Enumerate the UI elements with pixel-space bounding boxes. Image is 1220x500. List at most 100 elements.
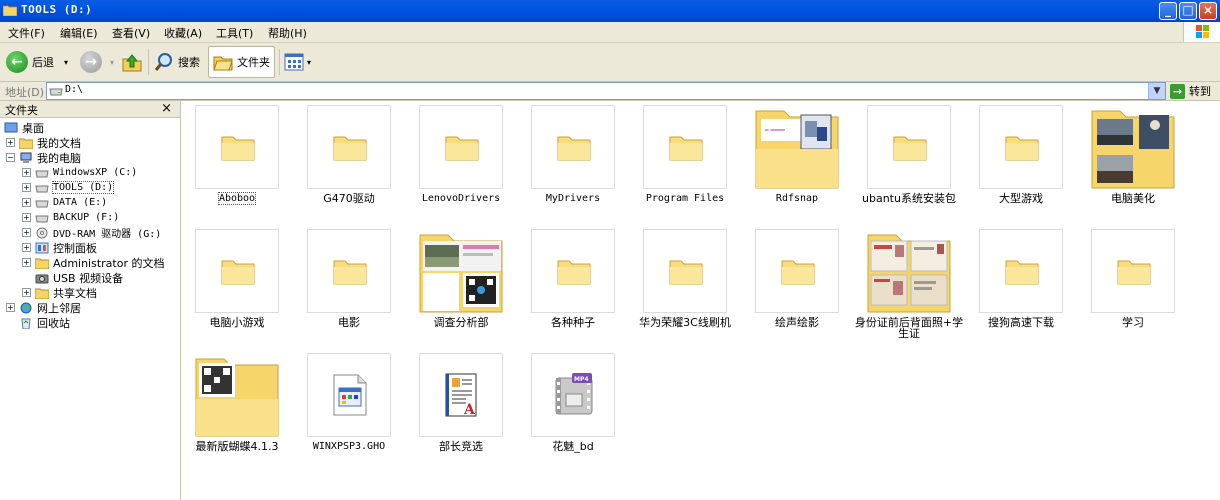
file-item[interactable]: WINXPSP3.GHO: [293, 351, 405, 467]
folder-item[interactable]: 电影: [293, 227, 405, 343]
folders-pane-header: 文件夹 ×: [0, 101, 180, 118]
thumbnail: [307, 353, 391, 437]
folder-item[interactable]: 调查分析部: [405, 227, 517, 343]
item-label: 华为荣耀3C线刷机: [639, 316, 731, 329]
tree-item-drive-g[interactable]: + DVD-RAM 驱动器 (G:): [22, 225, 161, 240]
up-folder-button[interactable]: [121, 46, 143, 78]
folder-item[interactable]: 绘声绘影: [741, 227, 853, 343]
control-panel-icon: [35, 242, 49, 253]
tree-item-network[interactable]: + 网上邻居: [6, 300, 81, 315]
folder-preview-icon: ━ ━━━━: [755, 110, 839, 189]
address-input[interactable]: D:\ ▼: [46, 82, 1166, 100]
folder-item[interactable]: 华为荣耀3C线刷机: [629, 227, 741, 343]
expand-icon[interactable]: +: [22, 183, 31, 192]
dropdown-arrow-icon[interactable]: ▾: [110, 58, 114, 67]
tree-item-my-computer[interactable]: − 我的电脑: [6, 150, 81, 165]
folder-item[interactable]: 电脑美化: [1077, 103, 1189, 219]
folder-item[interactable]: Aboboo: [181, 103, 293, 219]
svg-text:━ ━━━━: ━ ━━━━: [764, 127, 785, 134]
tree-item-drive-c[interactable]: + WindowsXP (C:): [22, 165, 137, 180]
tree-item-recycle-bin[interactable]: 回收站: [19, 315, 70, 330]
address-dropdown-button[interactable]: ▼: [1148, 83, 1165, 99]
thumbnail: [755, 229, 839, 313]
views-button[interactable]: ▾: [284, 46, 311, 78]
expand-icon[interactable]: +: [6, 138, 15, 147]
dropdown-arrow-icon[interactable]: ▾: [64, 58, 68, 67]
folder-item[interactable]: 大型游戏: [965, 103, 1077, 219]
folder-icon: [35, 258, 49, 269]
expand-icon[interactable]: +: [22, 198, 31, 207]
folder-item[interactable]: 电脑小游戏: [181, 227, 293, 343]
thumbnail: [867, 229, 951, 313]
expand-icon[interactable]: +: [6, 303, 15, 312]
tree-item-drive-f[interactable]: + BACKUP (F:): [22, 210, 119, 225]
toolbar: ← 后退 ▾ → ▾ 搜索 文件夹 ▾: [0, 43, 1220, 82]
expand-icon[interactable]: +: [22, 168, 31, 177]
folder-item[interactable]: 搜狗高速下载: [965, 227, 1077, 343]
file-item[interactable]: A 部长竞选: [405, 351, 517, 467]
tree-item-drive-d[interactable]: + TOOLS (D:): [22, 180, 115, 195]
folders-button[interactable]: 文件夹: [208, 46, 275, 78]
item-label: ubantu系统安装包: [862, 192, 956, 205]
item-label: MyDrivers: [545, 193, 601, 204]
tree-item-usb-video[interactable]: USB 视频设备: [35, 270, 123, 285]
back-button[interactable]: ← 后退 ▾: [6, 46, 68, 78]
folder-icon: [221, 260, 255, 285]
menu-file[interactable]: 文件(F): [8, 25, 45, 41]
drive-icon: [49, 88, 63, 96]
expand-icon[interactable]: +: [22, 288, 31, 297]
tree-item-desktop[interactable]: 桌面: [4, 120, 44, 135]
expand-icon[interactable]: +: [22, 213, 31, 222]
collapse-icon[interactable]: −: [6, 153, 15, 162]
search-button[interactable]: 搜索: [154, 46, 200, 78]
folder-item[interactable]: 身份证前后背面照+学生证: [853, 227, 965, 343]
folder-item[interactable]: LenovoDrivers: [405, 103, 517, 219]
menu-tools[interactable]: 工具(T): [216, 25, 253, 41]
folder-item[interactable]: Program Files: [629, 103, 741, 219]
menu-edit[interactable]: 编辑(E): [60, 25, 98, 41]
folder-item[interactable]: 各种种子: [517, 227, 629, 343]
thumbnail: MP4: [531, 353, 615, 437]
file-item[interactable]: MP4 花魅_bd: [517, 351, 629, 467]
folders-icon: [213, 56, 233, 71]
maximize-button[interactable]: □: [1179, 2, 1197, 20]
tree-item-admin-documents[interactable]: + Administrator 的文档: [22, 255, 164, 270]
forward-button[interactable]: → ▾: [80, 46, 114, 78]
folder-icon: [333, 260, 367, 285]
menu-help[interactable]: 帮助(H): [268, 25, 307, 41]
folder-item[interactable]: G470驱动: [293, 103, 405, 219]
close-pane-button[interactable]: ×: [161, 101, 172, 116]
thumbnail: [195, 105, 279, 189]
expand-icon[interactable]: +: [22, 228, 31, 237]
tree-item-drive-e[interactable]: + DATA (E:): [22, 195, 107, 210]
forward-arrow-icon: →: [80, 51, 102, 73]
folder-icon: [3, 5, 17, 16]
thumbnail: A: [419, 353, 503, 437]
item-label: Rdfsnap: [775, 193, 819, 204]
folder-item[interactable]: 最新版蝴蝶4.1.3: [181, 351, 293, 467]
dvd-icon: [36, 227, 48, 238]
close-button[interactable]: ×: [1199, 2, 1217, 20]
tree-item-shared-documents[interactable]: + 共享文档: [22, 285, 97, 300]
file-view: Aboboo G470驱动 LenovoDrivers MyDrivers Pr…: [181, 101, 1220, 500]
thumbnail: [531, 105, 615, 189]
item-label: 各种种子: [551, 316, 595, 329]
menu-view[interactable]: 查看(V): [112, 25, 150, 41]
search-icon: [154, 53, 172, 71]
menu-favorites[interactable]: 收藏(A): [164, 25, 202, 41]
thumbnail: [419, 229, 503, 313]
folder-icon: [445, 136, 479, 161]
folder-item[interactable]: ubantu系统安装包: [853, 103, 965, 219]
tree-item-control-panel[interactable]: + 控制面板: [22, 240, 97, 255]
folder-item[interactable]: ━ ━━━━ Rdfsnap: [741, 103, 853, 219]
expand-icon[interactable]: +: [22, 243, 31, 252]
item-label: 绘声绘影: [775, 316, 819, 329]
go-button[interactable]: → 转到: [1170, 82, 1211, 100]
dropdown-arrow-icon[interactable]: ▾: [307, 58, 311, 67]
minimize-button[interactable]: _: [1159, 2, 1177, 20]
expand-icon[interactable]: +: [22, 258, 31, 267]
folder-icon: [333, 136, 367, 161]
folder-item[interactable]: MyDrivers: [517, 103, 629, 219]
tree-item-my-documents[interactable]: + 我的文档: [6, 135, 81, 150]
folder-item[interactable]: 学习: [1077, 227, 1189, 343]
